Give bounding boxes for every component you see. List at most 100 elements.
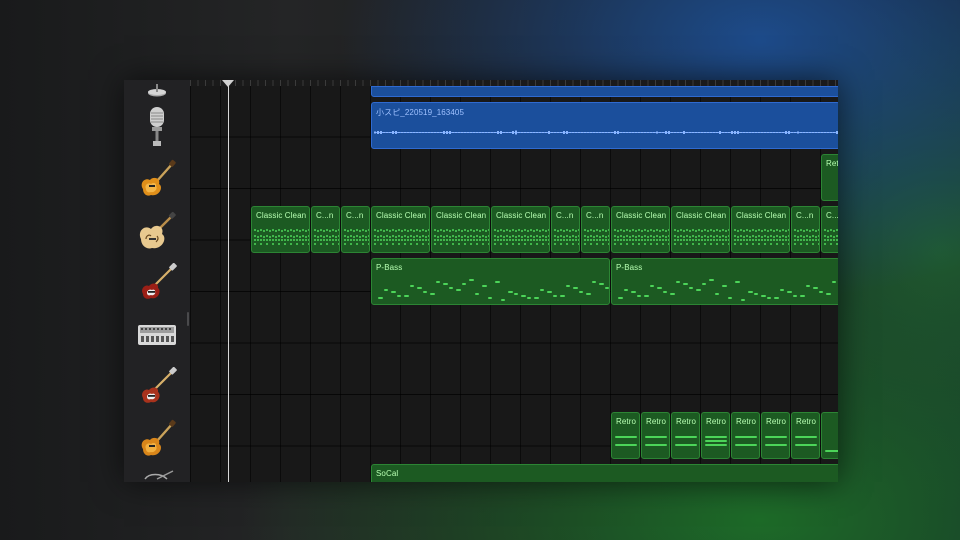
- midi-note: [467, 230, 469, 232]
- midi-note: [602, 229, 604, 231]
- midi-note: [344, 229, 346, 231]
- waveform-peak: [767, 132, 769, 133]
- midi-region-classic-clean[interactable]: Classic Clean: [671, 206, 730, 253]
- midi-region-classic-clean[interactable]: Classic Clean: [251, 206, 310, 253]
- midi-region-retro[interactable]: Retro: [671, 412, 700, 459]
- midi-note: [632, 234, 634, 237]
- midi-note: [329, 230, 331, 232]
- midi-note: [464, 243, 466, 245]
- midi-note: [702, 283, 706, 285]
- midi-note: [755, 239, 757, 241]
- tracks-arrangement-area[interactable]: 小スピ_220519_163405 Ret Classic Clean C...n…: [190, 86, 838, 482]
- midi-region-classic-clean[interactable]: C...n: [821, 206, 838, 253]
- midi-note: [458, 229, 460, 231]
- midi-note: [443, 230, 445, 232]
- midi-region-classic-clean[interactable]: Classic Clean: [611, 206, 670, 253]
- midi-region-classic-clean[interactable]: Classic Clean: [491, 206, 550, 253]
- midi-region-classic-clean[interactable]: Classic Clean: [431, 206, 490, 253]
- header-resize-handle[interactable]: [187, 312, 189, 326]
- midi-region-retro[interactable]: Retro: [641, 412, 670, 459]
- midi-region-classic-clean[interactable]: C...n: [791, 206, 820, 253]
- midi-note: [422, 229, 424, 231]
- midi-note: [767, 230, 769, 232]
- track-header-bass-1[interactable]: [124, 260, 190, 310]
- midi-note: [833, 230, 835, 232]
- midi-note: [508, 291, 513, 293]
- waveform-peak: [728, 132, 730, 133]
- waveform-peak: [512, 131, 514, 134]
- midi-region-retro[interactable]: Retro: [761, 412, 790, 459]
- waveform-peak: [380, 131, 382, 134]
- midi-note: [398, 239, 400, 241]
- midi-region-retro-edge[interactable]: Ret: [821, 154, 838, 201]
- midi-note: [812, 229, 814, 231]
- midi-note: [668, 243, 669, 245]
- track-header-bass-2[interactable]: [124, 364, 190, 414]
- midi-notes: [612, 207, 669, 252]
- midi-region-classic-clean[interactable]: C...n: [341, 206, 370, 253]
- midi-note: [641, 230, 643, 232]
- track-header-guitar-3[interactable]: [124, 416, 190, 466]
- midi-note: [377, 230, 379, 232]
- midi-note: [587, 235, 589, 238]
- midi-note: [698, 239, 700, 241]
- midi-note: [773, 235, 775, 238]
- midi-note: [701, 230, 703, 232]
- midi-note: [683, 230, 685, 232]
- midi-note: [566, 243, 568, 245]
- midi-region-retro[interactable]: Retro: [611, 412, 640, 459]
- track-header-guitar-4[interactable]: [124, 468, 190, 482]
- midi-region-p-bass[interactable]: P-Bass: [371, 258, 610, 305]
- midi-region-retro[interactable]: Retro: [791, 412, 820, 459]
- waveform-peak: [605, 132, 607, 133]
- midi-note: [827, 235, 829, 238]
- track-header-guitar-1[interactable]: [124, 156, 190, 206]
- midi-region-classic-clean[interactable]: Classic Clean: [731, 206, 790, 253]
- midi-note: [740, 243, 742, 245]
- midi-note: [644, 229, 646, 231]
- midi-note: [566, 229, 568, 231]
- midi-region-classic-clean[interactable]: C...n: [551, 206, 580, 253]
- midi-region-p-bass[interactable]: P-Bass: [611, 258, 838, 305]
- midi-region-classic-clean[interactable]: C...n: [581, 206, 610, 253]
- midi-note: [710, 243, 712, 245]
- midi-note: [488, 239, 489, 241]
- midi-region-socal[interactable]: SoCal: [371, 464, 838, 482]
- midi-note: [653, 239, 655, 241]
- audio-region-recording[interactable]: 小スピ_220519_163405: [371, 102, 838, 149]
- midi-note: [668, 239, 669, 241]
- midi-note: [599, 235, 601, 238]
- waveform-peak: [530, 132, 532, 133]
- midi-note: [377, 235, 379, 238]
- midi-region-retro-edge[interactable]: [821, 412, 838, 459]
- midi-note: [818, 239, 819, 241]
- midi-region-classic-clean[interactable]: C...n: [311, 206, 340, 253]
- midi-note: [614, 243, 616, 245]
- midi-note: [825, 450, 838, 452]
- midi-note: [644, 239, 646, 241]
- midi-note: [470, 243, 472, 245]
- midi-note: [275, 239, 277, 241]
- microphone-stand-icon[interactable]: [124, 80, 190, 102]
- audio-region-top[interactable]: [371, 86, 838, 97]
- waveform-peak: [497, 131, 499, 134]
- midi-note: [713, 239, 715, 241]
- waveform-peak: [656, 131, 658, 134]
- waveform-peak: [725, 132, 727, 133]
- midi-note: [365, 235, 367, 238]
- midi-region-retro[interactable]: Retro: [731, 412, 760, 459]
- midi-note: [395, 239, 397, 241]
- midi-note: [257, 239, 259, 241]
- drum-machine-icon: [137, 322, 177, 353]
- midi-region-classic-clean[interactable]: Classic Clean: [371, 206, 430, 253]
- midi-note: [728, 229, 729, 231]
- midi-note: [725, 239, 727, 241]
- playhead-handle[interactable]: [222, 80, 234, 87]
- midi-region-retro[interactable]: Retro: [701, 412, 730, 459]
- playhead-line[interactable]: [228, 80, 229, 482]
- waveform-peak: [383, 132, 385, 133]
- track-header-drum-machine[interactable]: [124, 312, 190, 362]
- midi-note: [737, 230, 739, 232]
- track-header-guitar-2[interactable]: [124, 208, 190, 258]
- track-header-audio-recorder[interactable]: [124, 104, 190, 154]
